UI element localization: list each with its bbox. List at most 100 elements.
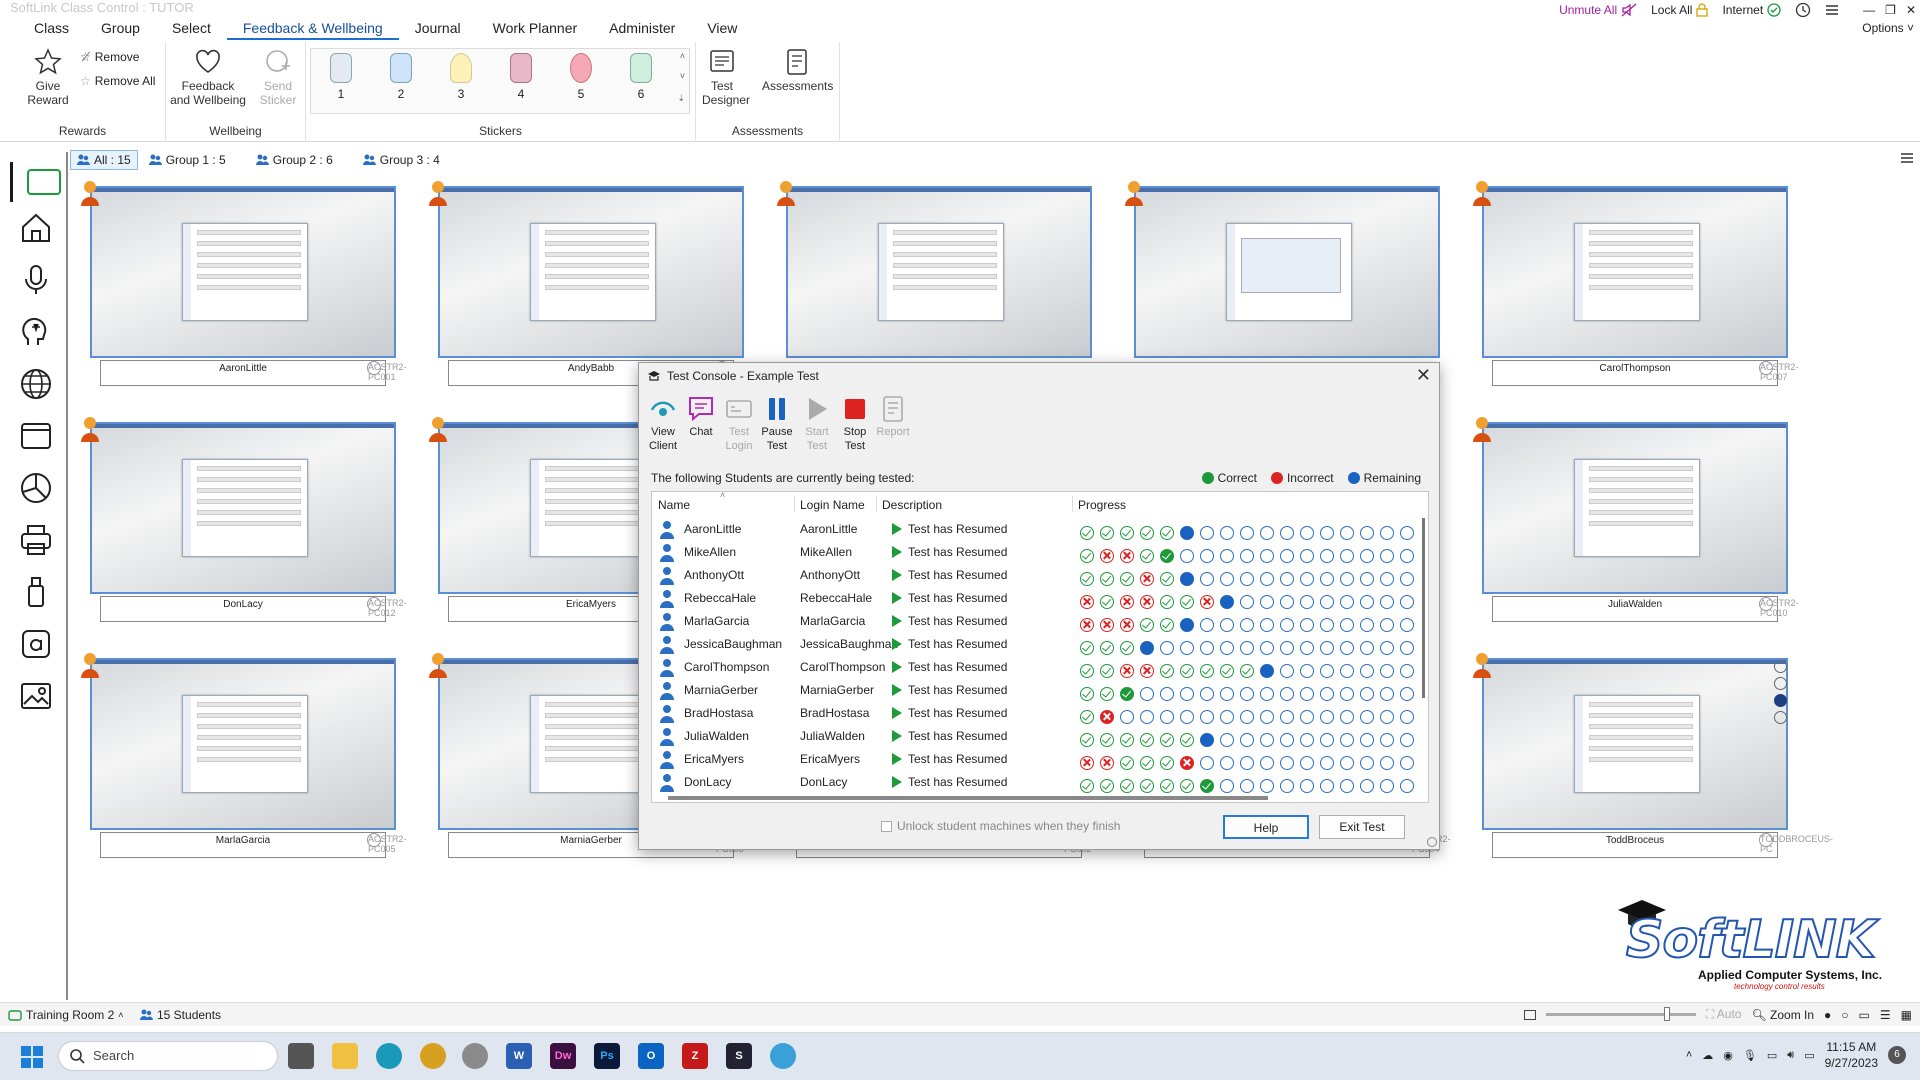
gallery-up-icon[interactable]: ˄: [680, 51, 685, 61]
sticker-1[interactable]: 1: [321, 53, 361, 101]
test-login-button[interactable]: Test Login: [719, 395, 759, 453]
chat-button[interactable]: Chat: [681, 395, 721, 439]
sticker-2[interactable]: 2: [381, 53, 421, 101]
student-thumbnail[interactable]: [1114, 176, 1440, 364]
scroll-thumb[interactable]: [1422, 518, 1425, 698]
remove-all-button[interactable]: ☆ Remove All: [80, 74, 155, 88]
remove-button[interactable]: ☆̸ Remove: [80, 50, 139, 64]
view-client-button[interactable]: View Client: [643, 395, 683, 453]
sticker-4[interactable]: 4: [501, 53, 541, 101]
student-thumbnail[interactable]: CarolThompson ACSTR2-PC007: [1462, 176, 1799, 386]
student-screen[interactable]: [786, 186, 1092, 358]
menu-work-planner[interactable]: Work Planner: [477, 18, 594, 40]
student-thumbnail[interactable]: AndyBabb: [418, 176, 744, 386]
mind-icon[interactable]: [18, 314, 54, 350]
sticker-6[interactable]: 6: [621, 53, 661, 101]
list-view-icon[interactable]: ☰: [1880, 1008, 1891, 1022]
column-name[interactable]: Name: [658, 498, 690, 512]
zoom-slider[interactable]: [1545, 1007, 1696, 1021]
options-button[interactable]: Options ˅: [1862, 21, 1914, 35]
menu-icon[interactable]: [1825, 4, 1839, 16]
give-reward-button[interactable]: Give Reward: [20, 48, 76, 107]
student-screen[interactable]: [1482, 658, 1788, 830]
table-row[interactable]: MikeAllen MikeAllen Test has Resumed: [652, 541, 1414, 564]
student-thumbnail[interactable]: MarlaGarcia ACSTR2-PC005: [70, 648, 407, 858]
table-row[interactable]: EricaMyers EricaMyers Test has Resumed: [652, 748, 1414, 771]
edge-icon[interactable]: [376, 1043, 402, 1069]
tab-group-2[interactable]: Group 2 : 6: [249, 150, 340, 170]
table-row[interactable]: CarolThompson CarolThompson Test has Resum…: [652, 656, 1414, 679]
table-row[interactable]: DonLacy DonLacy Test has Resumed: [652, 771, 1414, 794]
file-explorer-icon[interactable]: [332, 1043, 358, 1069]
app-icon[interactable]: [462, 1043, 488, 1069]
usb-drive-icon[interactable]: [18, 574, 54, 610]
student-thumbnail[interactable]: AaronLittle ACSTR2-PC001: [70, 176, 407, 386]
horizontal-scrollbar[interactable]: [668, 796, 1268, 800]
mini-control-icon[interactable]: [1774, 660, 1787, 673]
student-screen[interactable]: [1482, 186, 1788, 358]
exit-test-button[interactable]: Exit Test: [1319, 815, 1405, 839]
student-thumbnail[interactable]: [766, 176, 1092, 364]
stop-test-button[interactable]: Stop Test: [835, 395, 875, 453]
feedback-wellbeing-button[interactable]: Feedback and Wellbeing: [170, 48, 246, 107]
outlook-icon[interactable]: O: [638, 1043, 664, 1069]
battery-icon[interactable]: ▭: [1804, 1049, 1814, 1062]
clock-icon[interactable]: [1795, 2, 1811, 18]
network-icon[interactable]: ◉: [1723, 1049, 1733, 1062]
help-button[interactable]: Help: [1223, 815, 1309, 839]
report-button[interactable]: Report: [873, 395, 913, 439]
chevron-up-icon[interactable]: ˄: [1686, 1049, 1692, 1061]
dialog-close-icon[interactable]: ✕: [1416, 365, 1431, 386]
display-icon[interactable]: ▭: [1767, 1049, 1777, 1062]
student-thumbnail[interactable]: JuliaWalden ACSTR2-PC010: [1462, 412, 1799, 622]
monitor-icon[interactable]: ▭: [1859, 1008, 1870, 1022]
student-thumbnail[interactable]: ToddBroceus TODDBROCEUS-PC: [1462, 648, 1833, 858]
menu-feedback-wellbeing[interactable]: Feedback & Wellbeing: [226, 18, 399, 40]
column-description[interactable]: Description: [882, 498, 942, 512]
tab-group-1[interactable]: Group 1 : 5: [142, 150, 233, 170]
table-row[interactable]: JessicaBaughman JessicaBaughman Test has R…: [652, 633, 1414, 656]
gallery-expand-icon[interactable]: ⇣: [677, 93, 685, 104]
user-icon[interactable]: ●: [1824, 1008, 1831, 1022]
menu-administer[interactable]: Administer: [593, 18, 691, 40]
internet-button[interactable]: Internet: [1722, 3, 1781, 17]
text-a-icon[interactable]: [18, 626, 54, 662]
pause-test-button[interactable]: Pause Test: [757, 395, 797, 453]
cloud-icon[interactable]: ☁: [1702, 1049, 1713, 1062]
microphone-icon[interactable]: [18, 262, 54, 298]
notification-badge[interactable]: 6: [1888, 1046, 1906, 1064]
word-icon[interactable]: W: [506, 1043, 532, 1069]
browser-window-icon[interactable]: [18, 418, 54, 454]
student-screen[interactable]: [90, 658, 396, 830]
student-screen[interactable]: [90, 422, 396, 594]
table-row[interactable]: AnthonyOtt AnthonyOtt Test has Resumed: [652, 564, 1414, 587]
student-screen[interactable]: [90, 186, 396, 358]
start-test-button[interactable]: Start Test: [797, 395, 837, 453]
clock[interactable]: 11:15 AM 9/27/2023: [1825, 1039, 1878, 1071]
vertical-scrollbar[interactable]: [1420, 518, 1426, 788]
unlock-checkbox[interactable]: Unlock student machines when they finish: [881, 819, 1120, 833]
minimize-icon[interactable]: —: [1863, 3, 1875, 17]
sticker-5[interactable]: 5: [561, 53, 601, 101]
pie-chart-icon[interactable]: [18, 470, 54, 506]
user-outline-icon[interactable]: ○: [1841, 1008, 1848, 1022]
gallery-down-icon[interactable]: ˅: [680, 71, 685, 81]
photoshop-icon[interactable]: Ps: [594, 1043, 620, 1069]
column-progress[interactable]: Progress: [1078, 498, 1126, 512]
sidebar-item-thumbnails[interactable]: [10, 162, 64, 202]
globe-app-icon[interactable]: [770, 1043, 796, 1069]
menu-group[interactable]: Group: [85, 18, 156, 40]
assessments-button[interactable]: Assessments: [762, 48, 833, 93]
globe-icon[interactable]: [18, 366, 54, 402]
mini-control-icon[interactable]: [1774, 677, 1787, 690]
restore-icon[interactable]: ❐: [1885, 3, 1896, 17]
unmute-all-button[interactable]: Unmute All: [1559, 3, 1637, 17]
test-designer-button[interactable]: Test Designer: [702, 48, 750, 107]
menu-journal[interactable]: Journal: [399, 18, 477, 40]
help-icon[interactable]: [1774, 711, 1787, 724]
zoom-slider-knob[interactable]: [1663, 1007, 1670, 1021]
filezilla-icon[interactable]: Z: [682, 1043, 708, 1069]
resize-grip-icon[interactable]: [1427, 837, 1437, 847]
view-menu-icon[interactable]: [1900, 152, 1914, 164]
student-thumbnail[interactable]: DonLacy ACSTR2-PC012: [70, 412, 407, 622]
